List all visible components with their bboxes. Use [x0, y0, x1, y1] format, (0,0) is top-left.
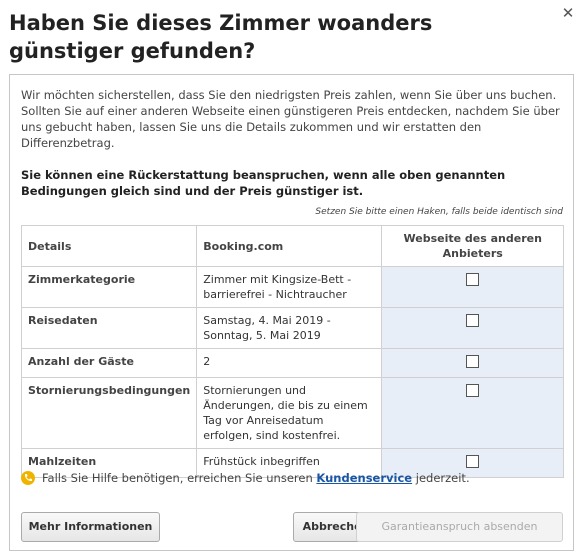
table-row: Zimmerkategorie Zimmer mit Kingsize-Bett…: [20, 266, 564, 308]
customer-service-link[interactable]: Kundenservice: [316, 471, 412, 485]
checkbox-zimmerkategorie[interactable]: [466, 273, 480, 286]
header-details: Details: [20, 225, 198, 267]
checkbox-reisedaten[interactable]: [466, 314, 480, 327]
row-value: Samstag, 4. Mai 2019 - Sonntag, 5. Mai 2…: [196, 307, 383, 349]
help-suffix: jederzeit.: [415, 471, 470, 485]
row-value: Zimmer mit Kingsize-Bett - barrierefrei …: [196, 266, 383, 308]
row-value: 2: [196, 348, 383, 378]
row-checkbox-cell: [381, 307, 564, 349]
close-icon[interactable]: ✕: [559, 4, 577, 22]
checkbox-mahlzeiten[interactable]: [466, 455, 480, 468]
checkbox-note: Setzen Sie bitte einen Haken, falls beid…: [315, 207, 563, 217]
row-label: Stornierungsbedingungen: [20, 377, 198, 449]
help-prefix: Falls Sie Hilfe benötigen, erreichen Sie…: [42, 471, 313, 485]
table-row: Stornierungsbedingungen Stornierungen un…: [20, 377, 564, 449]
phone-icon: [21, 471, 35, 485]
comparison-table: Details Booking.com Webseite des anderen…: [20, 225, 564, 478]
table-row: Reisedaten Samstag, 4. Mai 2019 - Sonnta…: [20, 307, 564, 349]
row-label: Zimmerkategorie: [20, 266, 198, 308]
header-booking: Booking.com: [196, 225, 383, 267]
dialog-title: Haben Sie dieses Zimmer woanders günstig…: [9, 11, 433, 63]
intro-text: Wir möchten sicherstellen, dass Sie den …: [21, 88, 560, 150]
checkbox-gaeste[interactable]: [466, 355, 480, 368]
help-line: Falls Sie Hilfe benötigen, erreichen Sie…: [21, 470, 566, 486]
row-value: Stornierungen und Änderungen, die bis zu…: [196, 377, 383, 449]
dialog-panel: Wir möchten sicherstellen, dass Sie den …: [9, 74, 574, 551]
table-row: Anzahl der Gäste 2: [20, 348, 564, 378]
header-other-site: Webseite des anderen Anbieters: [381, 225, 564, 267]
more-info-button[interactable]: Mehr Informationen: [21, 512, 160, 542]
submit-claim-button[interactable]: Garantieanspruch absenden: [356, 512, 563, 542]
row-checkbox-cell: [381, 348, 564, 378]
claim-text: Sie können eine Rückerstattung beanspruc…: [21, 168, 506, 198]
row-checkbox-cell: [381, 266, 564, 308]
checkbox-stornierung[interactable]: [466, 384, 480, 397]
row-label: Reisedaten: [20, 307, 198, 349]
row-checkbox-cell: [381, 377, 564, 449]
table-header-row: Details Booking.com Webseite des anderen…: [20, 225, 564, 267]
row-label: Anzahl der Gäste: [20, 348, 198, 378]
